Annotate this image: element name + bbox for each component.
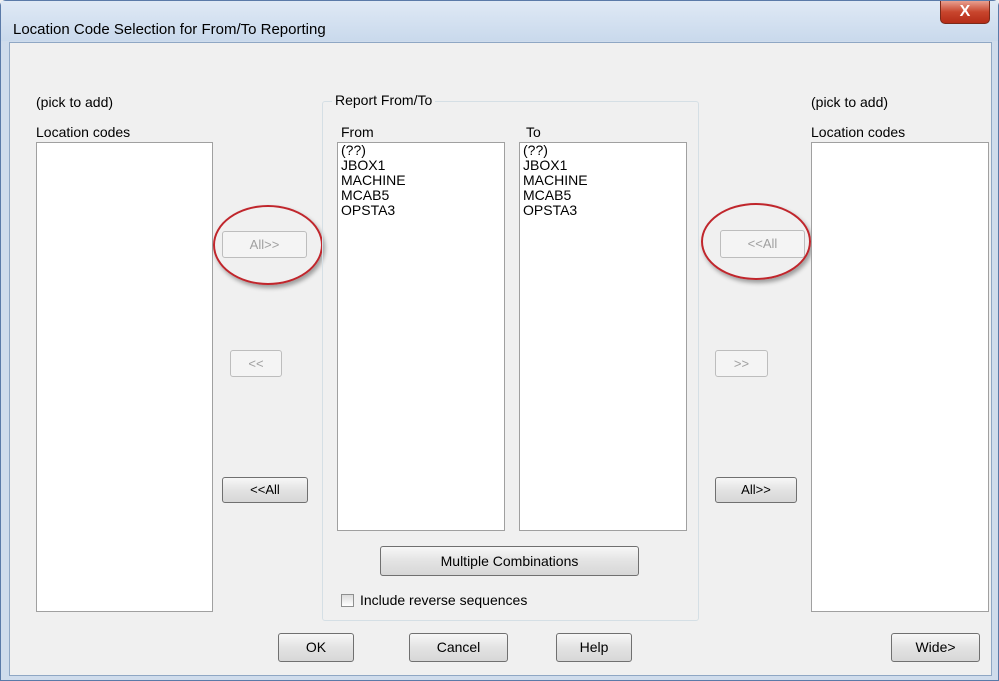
to-list-item[interactable]: MACHINE: [520, 173, 686, 188]
remove-all-button-right[interactable]: All>>: [715, 477, 797, 503]
right-location-codes-list[interactable]: [811, 142, 989, 612]
from-header: From: [341, 124, 374, 140]
to-list-item[interactable]: JBOX1: [520, 158, 686, 173]
to-list-item[interactable]: (??): [520, 143, 686, 158]
annotation-circle-right: [701, 203, 811, 280]
include-reverse-checkbox[interactable]: [341, 594, 354, 607]
to-list-item[interactable]: OPSTA3: [520, 203, 686, 218]
from-list-item[interactable]: JBOX1: [338, 158, 504, 173]
report-from-to-legend: Report From/To: [332, 92, 436, 108]
multiple-combinations-button[interactable]: Multiple Combinations: [380, 546, 639, 576]
annotation-circle-left: [213, 205, 323, 285]
from-list-item[interactable]: (??): [338, 143, 504, 158]
to-list[interactable]: (??) JBOX1 MACHINE MCAB5 OPSTA3: [519, 142, 687, 531]
left-pick-hint: (pick to add): [36, 94, 114, 110]
to-list-item[interactable]: MCAB5: [520, 188, 686, 203]
include-reverse-label: Include reverse sequences: [360, 592, 528, 608]
right-pick-hint: (pick to add): [811, 94, 889, 110]
dialog-window: Location Code Selection for From/To Repo…: [0, 0, 999, 681]
help-button[interactable]: Help: [556, 633, 632, 662]
close-button[interactable]: X: [940, 1, 990, 24]
from-list-item[interactable]: MACHINE: [338, 173, 504, 188]
from-list-item[interactable]: MCAB5: [338, 188, 504, 203]
cancel-button[interactable]: Cancel: [409, 633, 508, 662]
left-location-codes-list[interactable]: [36, 142, 213, 612]
remove-one-button-right[interactable]: >>: [715, 350, 768, 377]
close-icon: X: [959, 3, 971, 20]
wide-button[interactable]: Wide>: [891, 633, 980, 662]
title-bar[interactable]: Location Code Selection for From/To Repo…: [1, 1, 998, 41]
from-list[interactable]: (??) JBOX1 MACHINE MCAB5 OPSTA3: [337, 142, 505, 531]
remove-one-button-left[interactable]: <<: [230, 350, 282, 377]
left-location-codes-header: Location codes: [36, 124, 131, 140]
window-title: Location Code Selection for From/To Repo…: [13, 21, 326, 38]
to-header: To: [526, 124, 541, 140]
dialog-body: (pick to add) Location codes All>> << <<…: [9, 42, 992, 676]
from-list-item[interactable]: OPSTA3: [338, 203, 504, 218]
remove-all-button-left[interactable]: <<All: [222, 477, 308, 503]
ok-button[interactable]: OK: [278, 633, 354, 662]
right-location-codes-header: Location codes: [811, 124, 906, 140]
